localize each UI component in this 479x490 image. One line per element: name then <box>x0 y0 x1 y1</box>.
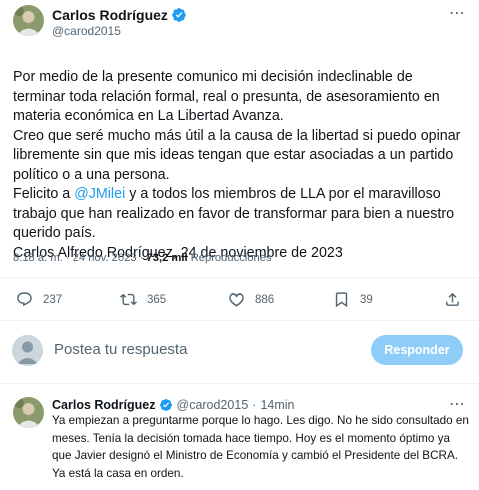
tweet-paragraph: Creo que seré mucho más útil a la causa … <box>13 127 461 183</box>
tweet-text: Por medio de la presente comunico mi dec… <box>13 68 468 263</box>
author-name[interactable]: Carlos Rodríguez <box>52 7 168 23</box>
tweet-text-fragment: Felicito a <box>13 186 75 202</box>
more-dots-icon[interactable]: ⋯ <box>449 3 466 23</box>
mention-link[interactable]: @JMilei <box>74 186 125 202</box>
views-count: 73,2 mil <box>146 252 188 264</box>
tweet-paragraph: Por medio de la presente comunico mi dec… <box>13 69 440 124</box>
views-label: Reproducciones <box>190 252 272 264</box>
bookmark-icon <box>335 292 348 308</box>
reply-author-name[interactable]: Carlos Rodríguez <box>52 398 156 412</box>
share-icon <box>446 292 459 306</box>
meta-separator: · <box>139 252 147 264</box>
reply-text: Ya empiezan a preguntarme porque lo hago… <box>52 414 469 480</box>
author-name-row: Carlos Rodríguez <box>52 7 187 23</box>
author-handle-row: @carod2015 <box>52 24 121 38</box>
verified-badge-icon <box>171 7 187 23</box>
bookmark-action[interactable]: 39 <box>333 291 373 308</box>
reply-author-avatar[interactable] <box>13 397 44 428</box>
retweet-count: 365 <box>147 293 167 306</box>
like-action[interactable]: 886 <box>228 291 274 308</box>
divider <box>0 277 479 278</box>
divider <box>0 383 479 384</box>
reply-author-handle[interactable]: @carod2015 <box>177 398 249 412</box>
tweet-paragraph: Felicito a @JMilei y a todos los miembro… <box>13 185 468 244</box>
reply-time[interactable]: 14min <box>260 398 294 412</box>
reply-composer: Postea tu respuesta Responder <box>0 333 479 369</box>
current-user-avatar[interactable] <box>12 335 43 366</box>
retweet-icon <box>120 293 137 306</box>
share-action[interactable] <box>444 291 471 308</box>
heart-icon <box>229 293 244 307</box>
reply-header: Carlos Rodríguez @carod2015 · 14min <box>52 398 294 412</box>
reply-icon <box>17 292 32 307</box>
author-avatar[interactable] <box>13 5 44 36</box>
divider <box>0 320 479 321</box>
retweet-action[interactable]: 365 <box>120 291 166 308</box>
meta-separator: · <box>65 252 73 264</box>
tweet-time[interactable]: 8:18 a. m. <box>13 252 63 264</box>
respond-button[interactable]: Responder <box>371 335 463 365</box>
bookmark-count: 39 <box>360 293 373 306</box>
reply-input[interactable]: Postea tu respuesta <box>54 341 187 358</box>
reply-count: 237 <box>43 293 63 306</box>
tweet-date[interactable]: 24 nov. 2023 <box>73 252 137 264</box>
author-handle[interactable]: @carod2015 <box>52 24 121 38</box>
verified-badge-icon <box>159 398 173 412</box>
meta-separator: · <box>252 398 257 412</box>
more-dots-icon[interactable]: ⋯ <box>449 394 466 414</box>
like-count: 886 <box>255 293 275 306</box>
reply-action[interactable]: 237 <box>16 291 62 308</box>
tweet-meta: 8:18 a. m. · 24 nov. 2023 · 73,2 mil Rep… <box>13 252 272 264</box>
